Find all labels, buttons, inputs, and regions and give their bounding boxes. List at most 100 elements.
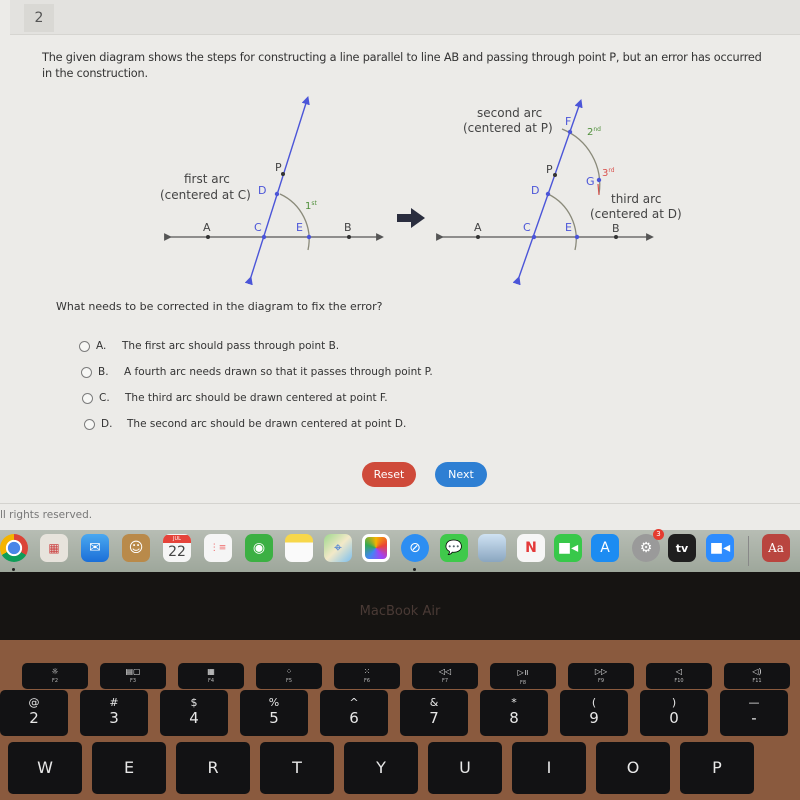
- fkey-f10[interactable]: ◁ F10: [646, 663, 712, 689]
- messages-icon[interactable]: 💬: [440, 534, 468, 562]
- key-label: F10: [674, 678, 684, 684]
- label-b: B: [344, 221, 352, 234]
- fkey-f5[interactable]: ⁘ F5: [256, 663, 322, 689]
- fkey-f9[interactable]: ▷▷ F9: [568, 663, 634, 689]
- system-preferences-icon[interactable]: ⚙ 3: [632, 529, 664, 562]
- key-t[interactable]: T: [260, 742, 334, 794]
- reset-button[interactable]: Reset: [362, 462, 416, 487]
- key-p[interactable]: P: [680, 742, 754, 794]
- facetime-icon[interactable]: ■◂: [554, 534, 582, 562]
- key-i[interactable]: I: [512, 742, 586, 794]
- calendar-day: 22: [168, 544, 186, 560]
- app-store-icon[interactable]: A: [591, 534, 619, 562]
- point-d-dot-right: [545, 191, 551, 197]
- key-8[interactable]: * 8: [480, 690, 548, 736]
- key-label: F9: [597, 678, 605, 684]
- radio-button[interactable]: [81, 366, 92, 378]
- fkey-f4[interactable]: ▦ F4: [178, 663, 244, 689]
- news-icon[interactable]: N: [517, 534, 545, 562]
- key-w[interactable]: W: [8, 742, 82, 794]
- radio-button[interactable]: [79, 340, 90, 352]
- next-button[interactable]: Next: [435, 462, 487, 487]
- key-r[interactable]: R: [176, 742, 250, 794]
- question-number: 2: [24, 4, 54, 32]
- radio-button[interactable]: [84, 418, 95, 430]
- point-a-dot: [206, 235, 210, 239]
- first-ordinal: 1st: [305, 200, 318, 212]
- find-my-icon[interactable]: ◉: [245, 534, 273, 562]
- safari-icon[interactable]: ⊘: [401, 534, 429, 562]
- point-c-dot-right: [531, 234, 537, 240]
- key-glyph-icon: ◁: [675, 667, 683, 676]
- point-a-dot-right: [476, 235, 480, 239]
- second-ordinal: 2nd: [587, 126, 601, 138]
- fkey-f8[interactable]: ▷॥ F8: [490, 663, 556, 689]
- notes-icon[interactable]: [285, 534, 313, 562]
- fkey-f7[interactable]: ◁◁ F7: [412, 663, 478, 689]
- key-label: F3: [129, 678, 137, 684]
- right-diagram: A C E B D P F G second arc (centered at …: [436, 99, 682, 286]
- chrome-icon[interactable]: [0, 534, 28, 562]
- reminders-icon[interactable]: ⋮≡: [204, 534, 232, 562]
- key-3[interactable]: #3: [80, 690, 148, 736]
- label-d: D: [258, 184, 266, 197]
- choice-a[interactable]: A. The first arc should pass through poi…: [79, 340, 339, 352]
- footer-divider: [0, 503, 800, 504]
- zoom-icon[interactable]: ■◂: [706, 534, 734, 562]
- key-6[interactable]: ^ 6: [320, 690, 388, 736]
- copyright-text: ll rights reserved.: [0, 509, 93, 521]
- key-number: 9: [589, 709, 599, 727]
- choice-c[interactable]: C. The third arc should be drawn centere…: [82, 392, 388, 404]
- choice-letter: B.: [98, 366, 109, 378]
- key-u[interactable]: U: [428, 742, 502, 794]
- first-arc-label-2: (centered at C): [160, 188, 251, 202]
- choice-d[interactable]: D. The second arc should be drawn center…: [84, 418, 406, 430]
- key-symbol: $: [190, 696, 198, 709]
- choice-letter: D.: [101, 418, 113, 430]
- key-4[interactable]: $4: [160, 690, 228, 736]
- key-7[interactable]: & 7: [400, 690, 468, 736]
- choice-text: The first arc should pass through point …: [122, 340, 340, 352]
- key-symbol: #: [109, 696, 119, 709]
- key-glyph-icon: ⁙: [363, 667, 371, 676]
- mail-icon[interactable]: ✉: [81, 534, 109, 562]
- key-9[interactable]: (9: [560, 690, 628, 736]
- calendar-icon[interactable]: JUL 22: [163, 534, 191, 562]
- apple-tv-icon[interactable]: tv: [668, 534, 696, 562]
- key-5[interactable]: % 5: [240, 690, 308, 736]
- fkey-f3[interactable]: ▤▢ F3: [100, 663, 166, 689]
- point-d-dot: [274, 191, 280, 197]
- key-symbol: &: [429, 696, 439, 709]
- dictionary-icon[interactable]: Aa: [762, 534, 790, 562]
- key-number: 5: [269, 709, 279, 727]
- second-arc-label-2: (centered at P): [463, 121, 553, 135]
- question-header: 2: [10, 0, 800, 35]
- label-g: G: [586, 175, 595, 188]
- key-0[interactable]: ) 0: [640, 690, 708, 736]
- key-symbol: (: [591, 696, 597, 709]
- launchpad-icon[interactable]: ▦: [40, 534, 68, 562]
- key-number: 3: [109, 709, 119, 727]
- fkey-f6[interactable]: ⁙ F6: [334, 663, 400, 689]
- label-p: P: [275, 161, 282, 174]
- key-o[interactable]: O: [596, 742, 670, 794]
- key--[interactable]: — -: [720, 690, 788, 736]
- label-c-right: C: [523, 221, 531, 234]
- contacts-icon[interactable]: ☺: [122, 534, 150, 562]
- key-glyph-icon: ◁◁: [438, 667, 452, 676]
- key-e[interactable]: E: [92, 742, 166, 794]
- key-y[interactable]: Y: [344, 742, 418, 794]
- fkey-f2[interactable]: ☼ F2: [22, 663, 88, 689]
- key-label: F7: [441, 678, 449, 684]
- preview-icon[interactable]: [478, 534, 506, 562]
- choice-b[interactable]: B. A fourth arc needs drawn so that it p…: [81, 366, 433, 378]
- key-2[interactable]: @2: [0, 690, 68, 736]
- key-symbol: —: [748, 696, 760, 709]
- construction-diagram: A C E B D P first arc (centered at C) 1s…: [0, 90, 800, 290]
- radio-button[interactable]: [82, 392, 93, 404]
- third-arc-label-1: third arc: [611, 192, 661, 206]
- key-label: F11: [752, 678, 762, 684]
- fkey-f11[interactable]: ◁) F11: [724, 663, 790, 689]
- photos-icon[interactable]: [362, 534, 390, 562]
- maps-icon[interactable]: ⌖: [324, 534, 352, 562]
